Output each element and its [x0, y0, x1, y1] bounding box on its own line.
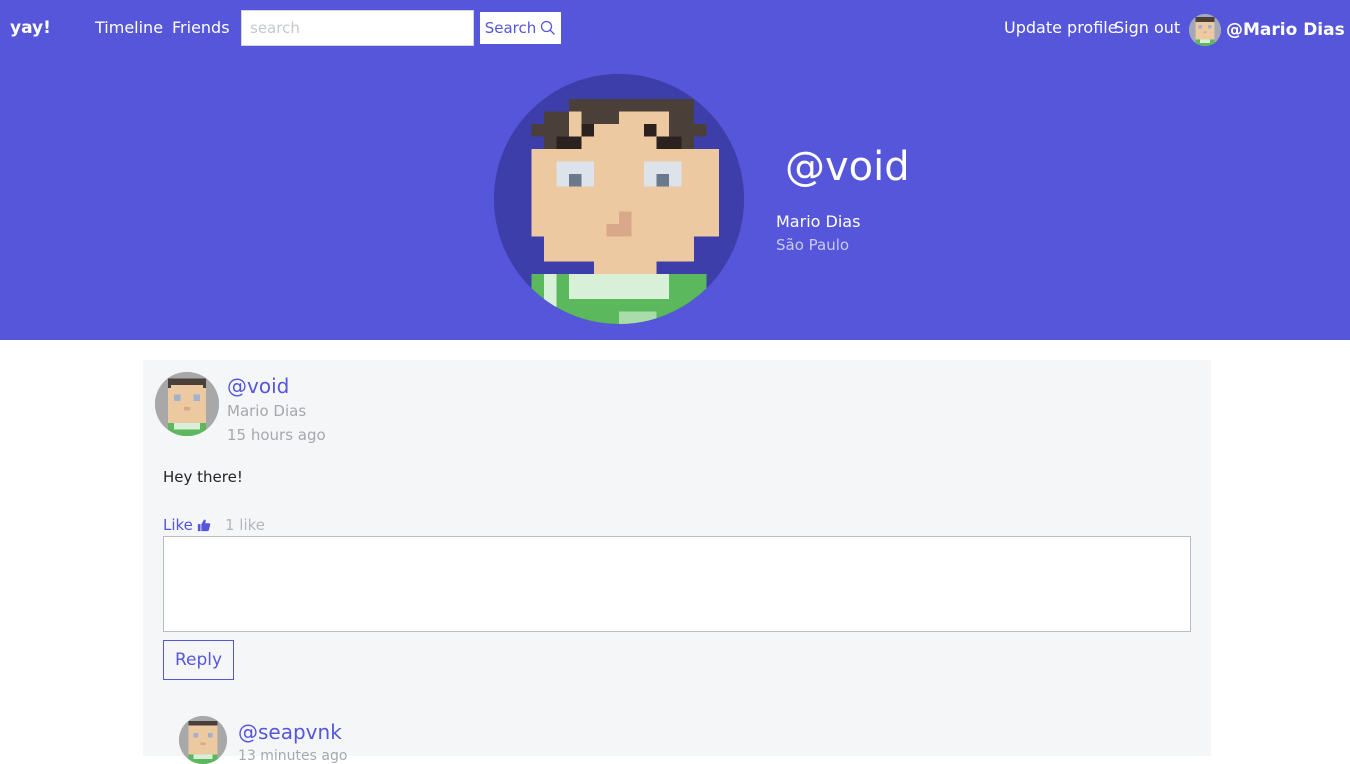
current-user-menu[interactable]: @Mario Dias [1189, 14, 1345, 46]
profile-header: @void Mario Dias São Paulo [0, 58, 1350, 340]
brand-logo[interactable]: yay! [10, 18, 51, 38]
profile-avatar [494, 74, 744, 324]
search-button[interactable]: Search [479, 11, 562, 45]
avatar [1189, 14, 1221, 46]
avatar[interactable] [155, 372, 219, 436]
profile-city: São Paulo [776, 236, 850, 254]
post-body: Hey there! [163, 468, 243, 486]
avatar[interactable] [179, 716, 227, 764]
reply-button[interactable]: Reply [163, 640, 234, 680]
reply-author-handle[interactable]: @seapvnk [238, 720, 342, 744]
post-card: @void Mario Dias 15 hours ago Hey there!… [143, 360, 1211, 764]
sign-out-link[interactable]: Sign out [1114, 18, 1180, 37]
profile-name: Mario Dias [776, 212, 861, 231]
navbar: yay! Timeline Friends Search Update prof… [0, 0, 1350, 58]
search-input[interactable] [241, 10, 474, 46]
thumbs-up-icon [197, 519, 211, 532]
profile-handle: @void [785, 144, 910, 190]
update-profile-link[interactable]: Update profile [1004, 18, 1118, 37]
nav-link-timeline[interactable]: Timeline [95, 18, 163, 37]
like-button-label: Like [163, 516, 193, 534]
search-button-label: Search [484, 19, 537, 37]
like-button[interactable]: Like [163, 516, 211, 534]
reply-timestamp: 13 minutes ago [238, 748, 348, 764]
reply-textarea[interactable] [163, 536, 1191, 632]
search-icon [541, 20, 556, 35]
post-author-handle[interactable]: @void [227, 374, 289, 398]
post-timestamp: 15 hours ago [227, 426, 326, 444]
post-author-name: Mario Dias [227, 402, 307, 420]
nav-link-friends[interactable]: Friends [172, 18, 230, 37]
current-user-name: @Mario Dias [1226, 20, 1345, 40]
like-count: 1 like [225, 516, 266, 534]
